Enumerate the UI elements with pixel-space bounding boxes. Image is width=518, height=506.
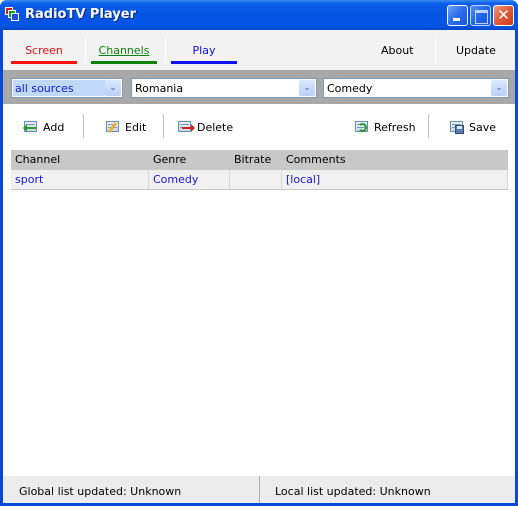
toolbar: Add Edit Delete Refresh Save [3, 104, 515, 146]
chevron-down-icon[interactable]: ⌄ [105, 80, 121, 96]
add-channel-icon [23, 120, 39, 134]
channel-table: Channel Genre Bitrate Comments sport Com… [3, 146, 515, 476]
chevron-down-icon[interactable]: ⌄ [299, 80, 315, 96]
status-bar: Global list updated: Unknown Local list … [3, 476, 515, 503]
genre-select-value: Comedy [327, 82, 373, 95]
cell-genre[interactable]: Comedy [149, 170, 230, 189]
table-header: Channel Genre Bitrate Comments [11, 150, 508, 170]
close-button[interactable]: ✕ [493, 5, 514, 26]
client-area: Screen Channels Play About Update all so… [3, 30, 515, 503]
maximize-button[interactable] [470, 5, 491, 26]
delete-button-label: Delete [197, 120, 234, 134]
tab-play-underline [171, 61, 237, 64]
tab-channels-label: Channels [98, 44, 150, 57]
nav-bar: Screen Channels Play About Update [3, 30, 515, 70]
local-list-status: Local list updated: Unknown [275, 485, 431, 498]
source-select[interactable]: all sources ⌄ [11, 78, 123, 98]
delete-channel-icon [177, 120, 195, 134]
toolbar-divider [428, 114, 429, 138]
save-button-label: Save [469, 120, 497, 134]
filter-bar: all sources ⌄ Romania ⌄ Comedy ⌄ [3, 70, 515, 104]
tab-screen-underline [11, 61, 77, 64]
column-header-channel[interactable]: Channel [11, 150, 149, 170]
save-button[interactable]: Save [449, 118, 496, 136]
update-link[interactable]: Update [456, 44, 496, 57]
country-select[interactable]: Romania ⌄ [131, 78, 317, 98]
app-icon[interactable] [5, 7, 21, 23]
genre-select[interactable]: Comedy ⌄ [323, 78, 509, 98]
column-header-genre[interactable]: Genre [149, 150, 230, 170]
table-row[interactable]: sport Comedy [local] [11, 170, 508, 190]
tab-channels[interactable]: Channels [91, 44, 157, 64]
nav-divider [435, 38, 436, 64]
tab-play[interactable]: Play [171, 44, 237, 64]
status-divider [259, 476, 260, 503]
tab-screen-label: Screen [25, 44, 63, 57]
nav-divider [85, 38, 86, 64]
edit-pencil-icon [105, 120, 121, 134]
close-icon: ✕ [497, 6, 510, 24]
save-disk-icon [449, 120, 465, 134]
tab-screen[interactable]: Screen [11, 44, 77, 64]
delete-button[interactable]: Delete [177, 118, 233, 136]
nav-divider [165, 38, 166, 64]
column-header-comments[interactable]: Comments [282, 150, 508, 170]
chevron-down-icon[interactable]: ⌄ [491, 80, 507, 96]
country-select-value: Romania [135, 82, 184, 95]
refresh-button-label: Refresh [374, 120, 416, 134]
refresh-button[interactable]: Refresh [354, 118, 416, 136]
toolbar-divider [83, 114, 84, 138]
global-list-status: Global list updated: Unknown [19, 485, 182, 498]
toolbar-divider [163, 114, 164, 138]
cell-bitrate[interactable] [230, 170, 282, 189]
add-button-label: Add [43, 120, 65, 134]
window-title: RadioTV Player [25, 7, 136, 22]
tab-play-label: Play [192, 44, 216, 57]
edit-button-label: Edit [125, 120, 147, 134]
app-window: RadioTV Player ✕ Screen Channels Play Ab… [0, 0, 518, 506]
source-select-value: all sources [13, 80, 105, 96]
edit-button[interactable]: Edit [105, 118, 146, 136]
about-link[interactable]: About [381, 44, 414, 57]
add-button[interactable]: Add [23, 118, 64, 136]
cell-comments[interactable]: [local] [282, 170, 508, 189]
tab-channels-underline [91, 61, 157, 64]
refresh-icon [354, 120, 370, 134]
cell-channel[interactable]: sport [11, 170, 149, 189]
column-header-bitrate[interactable]: Bitrate [230, 150, 282, 170]
minimize-button[interactable] [447, 5, 468, 26]
title-bar[interactable]: RadioTV Player ✕ [0, 0, 518, 30]
